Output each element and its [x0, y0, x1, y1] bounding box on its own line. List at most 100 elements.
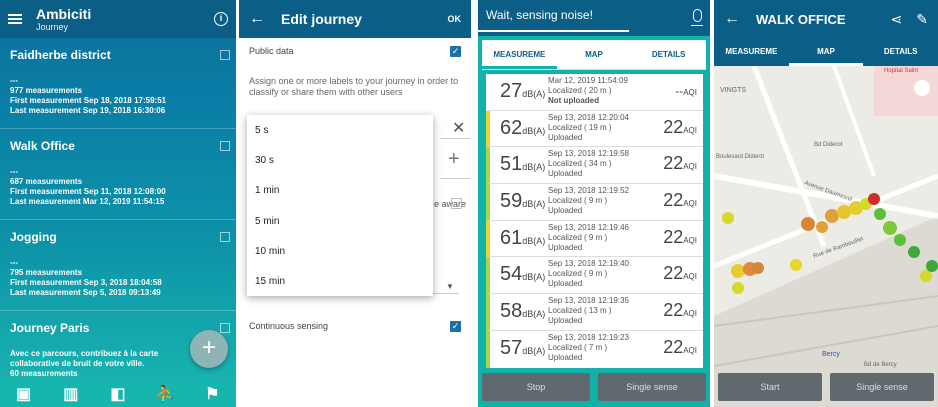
- dropdown-option[interactable]: 15 min: [247, 266, 433, 296]
- single-sense-button[interactable]: Single sense: [830, 373, 934, 401]
- journey-map-screen: ← WALK OFFICE ⋖ ✎ MEASUREME MAP DETAILS …: [714, 0, 938, 407]
- info-icon[interactable]: i: [214, 12, 228, 26]
- aqi-value: 22AQI: [663, 116, 697, 137]
- public-data-row[interactable]: Public data ✓: [249, 46, 461, 57]
- journey-count: 60 measurements: [10, 369, 78, 378]
- measurement-info: Mar 12, 2019 11:54:09 Localized ( 20 m ) N…: [548, 76, 628, 105]
- dropdown-option[interactable]: 30 s: [247, 145, 433, 175]
- journey-checkbox[interactable]: [220, 232, 230, 242]
- divider: [440, 178, 470, 179]
- measurement-row[interactable]: 61dB(A) Sep 13, 2018 12:19:46 Localized (…: [486, 220, 703, 258]
- noise-value: 59dB(A): [500, 190, 546, 213]
- start-button[interactable]: Start: [718, 373, 822, 401]
- noise-value: 51dB(A): [500, 153, 546, 176]
- public-data-label: Public data: [249, 46, 294, 56]
- app-title: Ambiciti: [36, 6, 92, 22]
- map-icon[interactable]: ◧: [106, 384, 130, 404]
- back-arrow-icon[interactable]: ←: [724, 10, 740, 28]
- tab-measurements[interactable]: MEASUREME: [482, 40, 557, 69]
- divider: [440, 138, 470, 139]
- tab-map[interactable]: MAP: [788, 38, 864, 66]
- app-bar: Ambiciti Journey i: [0, 0, 236, 38]
- journey-last: Last measurement Sep 19, 2018 16:30:06: [10, 106, 166, 115]
- map-label: Boulevard Diderot: [716, 154, 764, 160]
- chevron-down-icon[interactable]: ▼: [446, 282, 454, 291]
- menu-icon[interactable]: [8, 14, 22, 24]
- continuous-sensing-checkbox[interactable]: ✓: [450, 321, 461, 332]
- measurement-info: Sep 13, 2018 12:19:35 Localized ( 13 m ) U…: [548, 296, 629, 326]
- status-bar: Wait, sensing noise!: [478, 0, 710, 30]
- plus-icon[interactable]: +: [448, 148, 460, 171]
- locate-icon[interactable]: [914, 80, 930, 96]
- measurement-row[interactable]: 54dB(A) Sep 13, 2018 12:19:40 Localized (…: [486, 257, 703, 295]
- journey-checkbox[interactable]: [220, 50, 230, 60]
- tab-map[interactable]: MAP: [557, 40, 632, 69]
- stop-button[interactable]: Stop: [482, 373, 590, 401]
- journey-first: First measurement Sep 11, 2018 12:08:00: [10, 187, 166, 196]
- add-journey-button[interactable]: +: [190, 330, 228, 368]
- map-label: Bd de Bercy: [864, 362, 897, 368]
- signpost-icon[interactable]: ⚑: [200, 384, 224, 404]
- aqi-value: --AQI: [675, 84, 697, 98]
- continuous-sensing-label: Continuous sensing: [249, 321, 329, 331]
- tab-measurements[interactable]: MEASUREME: [714, 38, 789, 66]
- walk-icon[interactable]: ⛹: [153, 384, 177, 404]
- measurement-info: Sep 13, 2018 12:19:23 Localized ( 7 m ) Up…: [548, 332, 629, 362]
- noise-value: 62dB(A): [500, 116, 546, 139]
- page-title: WALK OFFICE: [756, 11, 846, 27]
- share-icon[interactable]: ⋖: [891, 11, 903, 28]
- app-subtitle: Journey: [36, 22, 69, 32]
- tab-details[interactable]: DETAILS: [863, 38, 938, 66]
- journey-desc: ---: [10, 258, 18, 267]
- journey-name: Journey Paris: [10, 321, 90, 335]
- back-arrow-icon[interactable]: ←: [249, 10, 265, 28]
- journey-desc: Avec ce parcours, contribuez à la carte …: [10, 349, 159, 368]
- ok-button[interactable]: OK: [448, 14, 462, 24]
- aqi-value: 22AQI: [663, 190, 697, 211]
- journey-name: Jogging: [10, 230, 57, 244]
- measurement-row[interactable]: 62dB(A) Sep 13, 2018 12:20:04 Localized (…: [486, 110, 703, 148]
- journey-item[interactable]: Jogging --- 795 measurements First measu…: [0, 220, 236, 311]
- edit-pencil-icon[interactable]: ✎: [916, 11, 928, 28]
- continuous-sensing-row[interactable]: Continuous sensing ✓: [249, 321, 461, 332]
- measurement-row[interactable]: 27dB(A) Mar 12, 2019 11:54:09 Localized (…: [486, 74, 703, 111]
- microphone-icon[interactable]: [691, 8, 703, 26]
- map-view[interactable]: VINGTS Boulevard Diderot Bd Diderot Aven…: [714, 66, 938, 407]
- close-icon[interactable]: ✕: [452, 118, 465, 138]
- map-label: VINGTS: [720, 87, 746, 94]
- measurement-row[interactable]: 51dB(A) Sep 13, 2018 12:19:58 Localized (…: [486, 147, 703, 185]
- measurement-row[interactable]: 57dB(A) Sep 13, 2018 12:19:23 Localized (…: [486, 330, 703, 368]
- noise-value: 58dB(A): [500, 300, 546, 323]
- journey-checkbox[interactable]: [220, 141, 230, 151]
- dropdown-option[interactable]: 5 s: [247, 115, 433, 145]
- noise-value: 54dB(A): [500, 263, 546, 286]
- journey-item[interactable]: Walk Office --- 687 measurements First m…: [0, 129, 236, 220]
- public-data-checkbox[interactable]: ✓: [450, 46, 461, 57]
- calendar-icon[interactable]: ▣: [12, 384, 36, 404]
- journey-last: Last measurement Mar 12, 2019 11:54:15: [10, 197, 165, 206]
- journey-checkbox[interactable]: [220, 323, 230, 333]
- bar-chart-icon[interactable]: ▥: [59, 384, 83, 404]
- measurement-list: 27dB(A) Mar 12, 2019 11:54:09 Localized (…: [486, 74, 703, 368]
- aqi-value: 22AQI: [663, 263, 697, 284]
- dropdown-option[interactable]: 5 min: [247, 206, 433, 236]
- map-label: Bercy: [822, 351, 840, 358]
- journey-item[interactable]: Faidherbe district --- 977 measurements …: [0, 38, 236, 129]
- noise-value: 27dB(A): [500, 80, 546, 102]
- dropdown-option[interactable]: 1 min: [247, 175, 433, 205]
- aware-checkbox[interactable]: [451, 198, 462, 209]
- measurement-row[interactable]: 58dB(A) Sep 13, 2018 12:19:35 Localized (…: [486, 294, 703, 331]
- aqi-value: 22AQI: [663, 153, 697, 174]
- journey-count: 687 measurements: [10, 177, 83, 186]
- measurement-info: Sep 13, 2018 12:20:04 Localized ( 19 m ) U…: [548, 112, 629, 142]
- map-label: Hopital Saint: [884, 68, 918, 74]
- action-buttons: Stop Single sense: [482, 373, 706, 401]
- map-label: Bd Diderot: [814, 142, 843, 148]
- journey-name: Faidherbe district: [10, 48, 111, 62]
- tab-bar: MEASUREME MAP DETAILS: [482, 40, 706, 70]
- tab-details[interactable]: DETAILS: [631, 40, 706, 69]
- single-sense-button[interactable]: Single sense: [598, 373, 706, 401]
- measurement-row[interactable]: 59dB(A) Sep 13, 2018 12:19:52 Localized (…: [486, 184, 703, 221]
- dropdown-option[interactable]: 10 min: [247, 236, 433, 266]
- page-title: Edit journey: [281, 11, 362, 27]
